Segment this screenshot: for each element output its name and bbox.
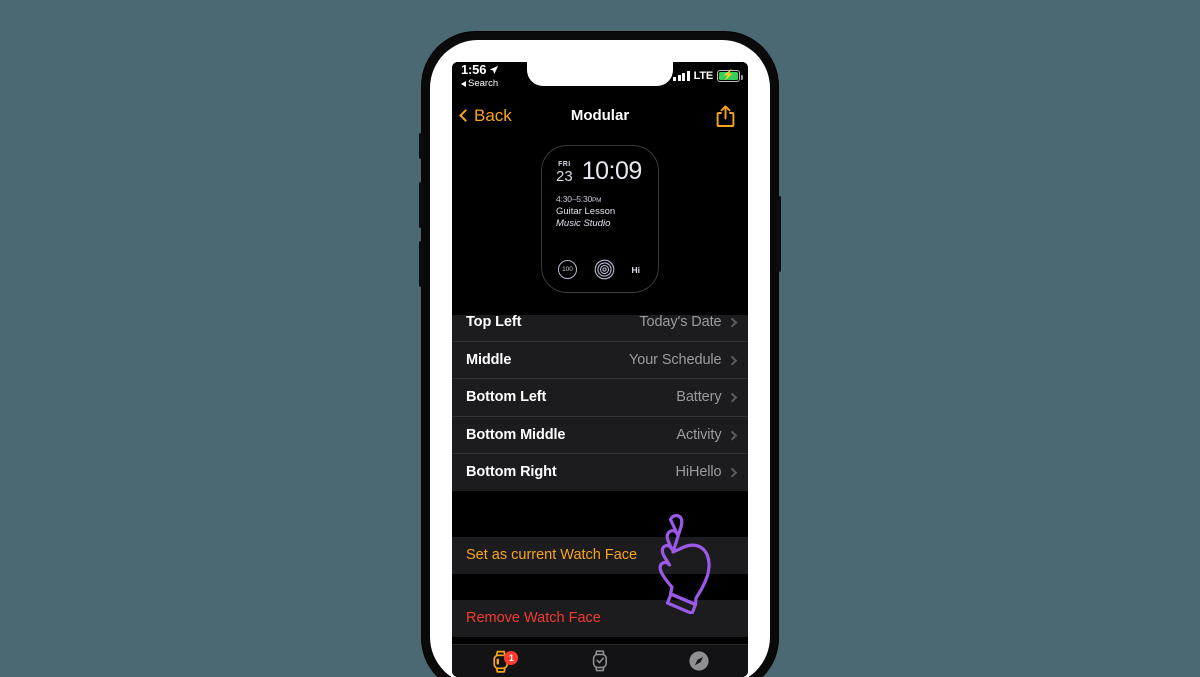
triangle-left-icon bbox=[461, 81, 466, 87]
row-value: Activity bbox=[676, 426, 722, 443]
volume-down-button[interactable] bbox=[419, 241, 424, 287]
chevron-right-icon bbox=[727, 430, 737, 440]
table-row[interactable]: Bottom Middle Activity bbox=[452, 415, 748, 453]
chevron-right-icon bbox=[727, 355, 737, 365]
share-up-arrow-icon[interactable] bbox=[716, 104, 735, 127]
back-to-app-indicator[interactable]: Search bbox=[461, 78, 498, 90]
watch-face-preview: FRI 23 10:09 4:30–5:30PM Guitar Lesson M… bbox=[452, 135, 748, 315]
row-label: Bottom Right bbox=[466, 464, 557, 481]
list-section-gap bbox=[452, 573, 748, 600]
tab-badge-count: 1 bbox=[504, 650, 519, 665]
tab-face-gallery[interactable] bbox=[551, 649, 650, 673]
watch-top-row: FRI 23 10:09 bbox=[554, 157, 646, 185]
watch-event-location: Music Studio bbox=[556, 217, 611, 229]
silent-switch[interactable] bbox=[419, 133, 424, 159]
tab-bar: 1 bbox=[452, 644, 748, 677]
hihello-complication-icon: Hi bbox=[631, 264, 641, 275]
watch-event-range: 4:30–5:30 bbox=[556, 193, 593, 204]
watch-day-of-week: FRI bbox=[558, 160, 571, 168]
activity-rings-complication-icon bbox=[594, 259, 615, 280]
row-value-group: Activity bbox=[676, 426, 737, 443]
row-value-group: Today's Date bbox=[639, 313, 737, 330]
row-value: Your Schedule bbox=[629, 351, 722, 368]
navigation-bar: Back Modular bbox=[452, 96, 748, 135]
row-label: Bottom Left bbox=[466, 389, 547, 406]
status-bar-left: 1:56 Search bbox=[461, 63, 499, 90]
network-label: LTE bbox=[693, 70, 714, 82]
phone-screen: 1:56 Search LTE ⚡ Back Modular FRI 23 10… bbox=[452, 62, 748, 677]
status-bar-time: 1:56 bbox=[461, 62, 487, 77]
row-value-group: HiHello bbox=[675, 464, 737, 481]
watch-schedule-complication: 4:30–5:30PM Guitar Lesson Music Studio bbox=[554, 194, 646, 229]
table-row[interactable]: Bottom Left Battery bbox=[452, 378, 748, 416]
watch-date-complication: FRI 23 bbox=[556, 161, 573, 184]
watch-day-number: 23 bbox=[556, 167, 573, 185]
tab-discover[interactable] bbox=[649, 650, 748, 672]
row-value: Battery bbox=[676, 389, 722, 406]
power-button[interactable] bbox=[776, 196, 781, 272]
watch-event-meridiem: PM bbox=[592, 196, 602, 204]
chevron-right-icon bbox=[727, 467, 737, 477]
charging-bolt-icon: ⚡ bbox=[722, 70, 735, 81]
table-row[interactable]: Bottom Right HiHello bbox=[452, 453, 748, 491]
row-value-group: Your Schedule bbox=[629, 351, 737, 368]
status-bar-time-group: 1:56 bbox=[461, 63, 499, 77]
back-to-app-label: Search bbox=[468, 78, 499, 89]
battery-charging-icon: ⚡ bbox=[717, 70, 743, 82]
chevron-right-icon bbox=[727, 317, 737, 327]
row-label: Top Left bbox=[466, 313, 522, 330]
location-arrow-icon bbox=[490, 65, 499, 75]
row-label: Middle bbox=[466, 351, 512, 368]
watch-event-title: Guitar Lesson bbox=[556, 205, 616, 217]
watch-face-icon bbox=[592, 650, 608, 672]
cellular-bars-icon bbox=[673, 71, 690, 81]
status-bar: 1:56 Search LTE ⚡ bbox=[452, 62, 748, 96]
set-as-current-watch-face-button[interactable]: Set as current Watch Face bbox=[452, 536, 748, 574]
remove-watch-face-button[interactable]: Remove Watch Face bbox=[452, 599, 748, 637]
watch-face-modular: FRI 23 10:09 4:30–5:30PM Guitar Lesson M… bbox=[541, 145, 659, 293]
back-button[interactable]: Back bbox=[459, 96, 512, 135]
chevron-left-icon bbox=[459, 109, 472, 122]
row-value: HiHello bbox=[675, 464, 722, 481]
watch-bottom-complications: 100 Hi bbox=[554, 259, 646, 282]
chevron-right-icon bbox=[727, 392, 737, 402]
tab-my-watch[interactable]: 1 bbox=[452, 649, 551, 674]
page-title: Modular bbox=[570, 107, 630, 124]
back-button-label: Back bbox=[474, 105, 512, 125]
volume-up-button[interactable] bbox=[419, 182, 424, 228]
set-as-current-watch-face-label: Set as current Watch Face bbox=[466, 547, 638, 563]
battery-complication-icon: 100 bbox=[558, 260, 577, 279]
watch-time: 10:09 bbox=[581, 157, 643, 185]
watch-event-time: 4:30–5:30PM bbox=[556, 194, 646, 204]
row-label: Bottom Middle bbox=[466, 426, 566, 443]
row-value-group: Battery bbox=[676, 389, 737, 406]
row-value: Today's Date bbox=[639, 313, 722, 330]
battery-complication-label: 100 bbox=[562, 266, 573, 273]
complication-settings-list: Top Left Today's Date Middle Your Schedu… bbox=[452, 303, 748, 637]
status-bar-right: LTE ⚡ bbox=[673, 70, 743, 82]
table-row[interactable]: Middle Your Schedule bbox=[452, 340, 748, 378]
compass-icon bbox=[689, 651, 709, 671]
notch bbox=[527, 62, 673, 86]
screenshot-canvas: 1:56 Search LTE ⚡ Back Modular FRI 23 10… bbox=[0, 0, 1200, 677]
list-section-gap bbox=[452, 490, 748, 537]
remove-watch-face-label: Remove Watch Face bbox=[466, 610, 601, 626]
